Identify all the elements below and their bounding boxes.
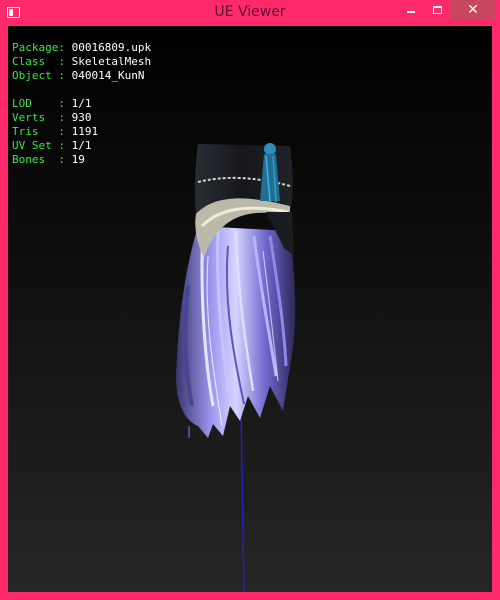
info-label: Package: <box>12 41 72 54</box>
maximize-icon <box>433 6 442 14</box>
info-label: UV Set : <box>12 139 72 152</box>
info-value: 040014_KunN <box>71 69 145 82</box>
3d-viewport[interactable]: Package: 00016809.upk Class : SkeletalMe… <box>8 26 492 592</box>
app-window: UE Viewer ✕ Package: 00016809.upk Class … <box>0 0 500 600</box>
info-row-uvset: UV Set : 1/1 <box>12 139 151 153</box>
info-value: 930 <box>71 111 92 124</box>
info-label: Class : <box>12 55 72 68</box>
info-value: SkeletalMesh <box>71 55 152 68</box>
minimize-button[interactable] <box>397 0 424 20</box>
info-label: LOD : <box>12 97 72 110</box>
info-row-bones: Bones : 19 <box>12 153 151 167</box>
axis-line <box>240 405 245 592</box>
info-row-class: Class : SkeletalMesh <box>12 55 151 69</box>
info-value: 00016809.upk <box>71 41 152 54</box>
info-row-lod: LOD : 1/1 <box>12 97 151 111</box>
maximize-button[interactable] <box>424 0 451 20</box>
close-icon: ✕ <box>467 2 479 18</box>
info-row-tris: Tris : 1191 <box>12 125 151 139</box>
info-value: 1/1 <box>71 139 92 152</box>
close-button[interactable]: ✕ <box>450 0 496 20</box>
mesh-info-overlay: Package: 00016809.upk Class : SkeletalMe… <box>12 41 151 167</box>
title-bar[interactable]: UE Viewer ✕ <box>0 0 500 26</box>
info-label: Object : <box>12 69 72 82</box>
info-label: Bones : <box>12 153 72 166</box>
info-value: 19 <box>71 153 85 166</box>
info-value: 1/1 <box>71 97 92 110</box>
info-label: Tris : <box>12 125 72 138</box>
info-label: Verts : <box>12 111 72 124</box>
info-row-verts: Verts : 930 <box>12 111 151 125</box>
info-value: 1191 <box>71 125 99 138</box>
info-row-object: Object : 040014_KunN <box>12 69 151 83</box>
minimize-icon <box>406 11 415 13</box>
hair-mesh <box>176 226 296 438</box>
info-row-package: Package: 00016809.upk <box>12 41 151 55</box>
